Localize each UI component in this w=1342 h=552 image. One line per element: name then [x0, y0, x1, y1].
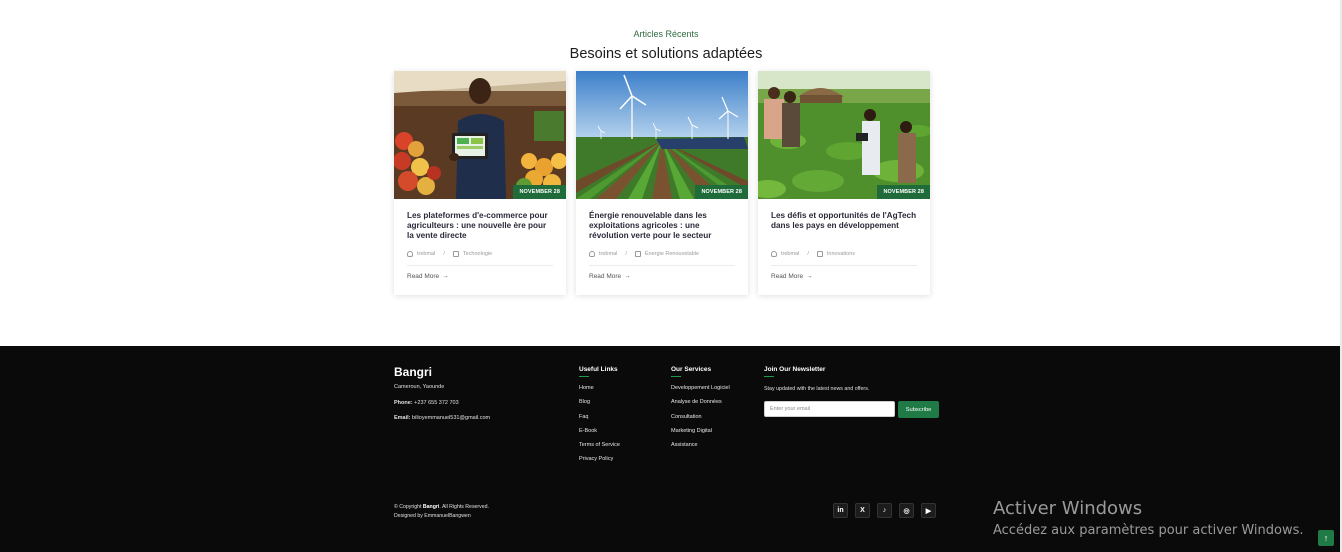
youtube-icon[interactable]: ▶ [921, 503, 936, 518]
newsletter-text: Stay updated with the latest news and of… [764, 386, 870, 392]
article-meta: trebmal / Innovations [771, 249, 917, 259]
arrow-right-icon: → [624, 273, 631, 280]
instagram-icon[interactable]: ◎ [899, 503, 914, 518]
user-icon [771, 251, 777, 257]
date-badge: NOVEMBER 28 [695, 185, 748, 199]
service-link-software[interactable]: Developpement Logiciel [671, 385, 730, 399]
site-footer: Bangri Cameroun, Yaounde Phone: +237 655… [0, 346, 1340, 552]
service-link-marketing[interactable]: Marketing Digital [671, 428, 730, 442]
footer-link-terms[interactable]: Terms of Service [579, 442, 620, 456]
service-link-consultation[interactable]: Consultation [671, 414, 730, 428]
article-category[interactable]: Technologie [463, 251, 492, 257]
article-title[interactable]: Énergie renouvelable dans les exploitati… [589, 211, 735, 243]
newsletter-email-input[interactable] [764, 401, 895, 417]
footer-email: Email: bilioyemmanuel531@gmail.com [394, 415, 490, 421]
article-meta: trebmal / Énergie Renouvelable [589, 249, 735, 259]
folder-icon [816, 251, 823, 257]
services-heading: Our Services [671, 366, 711, 377]
meta-separator: / [443, 251, 445, 257]
windows-activation-subtitle: Accédez aux paramètres pour activer Wind… [993, 523, 1304, 538]
date-badge: NOVEMBER 28 [513, 185, 566, 199]
footer-link-privacy[interactable]: Privacy Policy [579, 456, 620, 470]
read-more-link[interactable]: Read More → [771, 273, 917, 280]
service-link-data[interactable]: Analyse de Données [671, 399, 730, 413]
article-meta: trebmal / Technologie [407, 249, 553, 259]
recent-articles-section: Articles Récents Besoins et solutions ad… [0, 0, 1340, 346]
market-farmer-tablet-photo [394, 71, 566, 199]
arrow-up-icon: ↑ [1323, 533, 1329, 543]
arrow-right-icon: → [442, 273, 449, 280]
x-icon[interactable]: X [855, 503, 870, 518]
phone-label: Phone: [394, 400, 413, 406]
social-links: in X ♪ ◎ ▶ [833, 503, 936, 518]
back-to-top-button[interactable]: ↑ [1318, 530, 1334, 546]
article-image[interactable]: NOVEMBER 28 [576, 71, 748, 199]
phone-value: +237 655 372 703 [414, 400, 459, 406]
page: Articles Récents Besoins et solutions ad… [0, 0, 1342, 552]
user-icon [407, 251, 413, 257]
copyright-suffix: . All Rights Reserved. [439, 504, 489, 510]
arrow-right-icon: → [806, 273, 813, 280]
footer-link-home[interactable]: Home [579, 385, 620, 399]
designed-by[interactable]: Designed by EmmanuelBangwen [394, 512, 489, 521]
folder-icon [452, 251, 459, 257]
tiktok-icon[interactable]: ♪ [877, 503, 892, 518]
copyright-brand: Bangri [422, 504, 440, 510]
article-category[interactable]: Énergie Renouvelable [645, 251, 699, 257]
folder-icon [634, 251, 641, 257]
service-link-assistance[interactable]: Assistance [671, 442, 730, 456]
copyright-line: © Copyright Bangri. All Rights Reserved. [394, 503, 489, 512]
card-divider [771, 265, 917, 266]
article-title[interactable]: Les défis et opportunités de l'AgTech da… [771, 211, 917, 243]
read-more-link[interactable]: Read More → [407, 273, 553, 280]
subscribe-button[interactable]: Subscribe [898, 401, 939, 418]
footer-phone: Phone: +237 655 372 703 [394, 400, 459, 406]
section-title: Besoins et solutions adaptées [569, 46, 763, 62]
useful-links-list: Home Blog Faq E-Book Terms of Service Pr… [579, 385, 620, 471]
article-category[interactable]: Innovations [827, 251, 855, 257]
farmers-field-tablet-photo [758, 71, 930, 199]
card-divider [589, 265, 735, 266]
copyright: © Copyright Bangri. All Rights Reserved.… [394, 503, 489, 521]
useful-links-heading: Useful Links [579, 366, 618, 377]
user-icon [589, 251, 595, 257]
footer-link-faq[interactable]: Faq [579, 414, 620, 428]
windows-activation-title: Activer Windows [993, 498, 1143, 519]
article-author[interactable]: trebmal [781, 251, 799, 257]
copyright-prefix: © Copyright [394, 504, 422, 510]
article-image[interactable]: NOVEMBER 28 [758, 71, 930, 199]
email-value[interactable]: bilioyemmanuel531@gmail.com [412, 415, 490, 421]
read-more-label: Read More [771, 273, 804, 280]
footer-brand[interactable]: Bangri [394, 365, 432, 379]
services-list: Developpement Logiciel Analyse de Donnée… [671, 385, 730, 456]
footer-link-ebook[interactable]: E-Book [579, 428, 620, 442]
article-title[interactable]: Les plateformes d'e-commerce pour agricu… [407, 211, 553, 243]
read-more-link[interactable]: Read More → [589, 273, 735, 280]
wind-turbines-solar-farm-photo [576, 71, 748, 199]
article-image[interactable]: NOVEMBER 28 [394, 71, 566, 199]
footer-location: Cameroun, Yaounde [394, 384, 445, 390]
article-cards: NOVEMBER 28 Les plateformes d'e-commerce… [394, 71, 930, 295]
footer-link-blog[interactable]: Blog [579, 399, 620, 413]
article-card[interactable]: NOVEMBER 28 Les défis et opportunités de… [758, 71, 930, 295]
article-author[interactable]: trebmal [417, 251, 435, 257]
newsletter-heading: Join Our Newsletter [764, 366, 825, 377]
linkedin-icon[interactable]: in [833, 503, 848, 518]
read-more-label: Read More [589, 273, 622, 280]
section-eyebrow: Articles Récents [633, 29, 699, 39]
card-divider [407, 265, 553, 266]
meta-separator: / [625, 251, 627, 257]
email-label: Email: [394, 415, 411, 421]
date-badge: NOVEMBER 28 [877, 185, 930, 199]
read-more-label: Read More [407, 273, 440, 280]
article-author[interactable]: trebmal [599, 251, 617, 257]
article-card[interactable]: NOVEMBER 28 Les plateformes d'e-commerce… [394, 71, 566, 295]
meta-separator: / [807, 251, 809, 257]
article-card[interactable]: NOVEMBER 28 Énergie renouvelable dans le… [576, 71, 748, 295]
